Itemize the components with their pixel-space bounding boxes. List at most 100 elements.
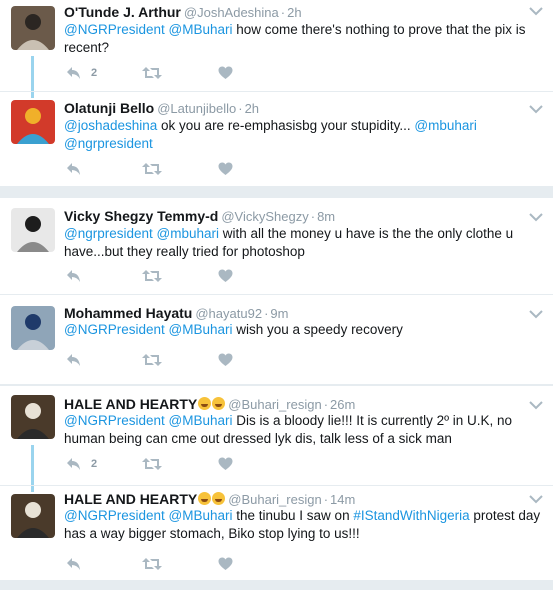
- mention-link[interactable]: @mbuhari: [414, 118, 476, 133]
- tweet-text: @NGRPresident @MBuhari Dis is a bloody l…: [64, 412, 543, 448]
- tweet-text: @NGRPresident @MBuhari how come there's …: [64, 21, 543, 57]
- retweet-button[interactable]: [142, 65, 162, 81]
- mention-link[interactable]: @ngrpresident: [64, 226, 153, 241]
- user-handle[interactable]: @Latunjibello: [157, 101, 236, 116]
- like-button[interactable]: [218, 456, 233, 472]
- heart-icon: [218, 269, 233, 282]
- reply-button[interactable]: [66, 352, 91, 368]
- tweet-header: O'Tunde J. Arthur @JoshAdeshina · 2h: [64, 4, 302, 20]
- mention-link[interactable]: @joshadeshina: [64, 118, 157, 133]
- chevron-down-icon[interactable]: [529, 309, 543, 319]
- tweet-text: @NGRPresident @MBuhari the tinubu I saw …: [64, 507, 543, 543]
- heart-icon: [218, 66, 233, 79]
- tweet[interactable]: Vicky Shegzy Temmy-d @VickyShegzy · 8m @ngr…: [0, 198, 553, 294]
- timestamp[interactable]: 8m: [317, 209, 335, 224]
- reply-button[interactable]: [66, 556, 91, 572]
- heart-icon: [218, 457, 233, 470]
- like-button[interactable]: [218, 352, 233, 368]
- retweet-icon: [142, 67, 162, 79]
- laughing-emoji-icon: [212, 397, 226, 410]
- avatar[interactable]: [11, 395, 55, 439]
- user-handle[interactable]: @hayatu92: [195, 306, 262, 321]
- timestamp[interactable]: 2h: [245, 101, 259, 116]
- display-name[interactable]: Vicky Shegzy Temmy-d: [64, 208, 218, 224]
- timestamp[interactable]: 26m: [330, 397, 355, 412]
- mention-link[interactable]: @NGRPresident: [64, 508, 165, 523]
- tweet-text: @joshadeshina ok you are re-emphasisbg y…: [64, 117, 543, 153]
- thread-connector: [31, 486, 34, 492]
- mention-link[interactable]: @MBuhari: [169, 508, 233, 523]
- reply-button[interactable]: [66, 268, 91, 284]
- reply-icon: [67, 354, 80, 366]
- mention-link[interactable]: @MBuhari: [169, 322, 233, 337]
- tweet[interactable]: Olatunji Bello @Latunjibello · 2h @joshades…: [0, 92, 553, 186]
- laughing-emoji-icon: [198, 492, 212, 505]
- reply-button[interactable]: 2: [66, 65, 97, 81]
- tweet-header: Vicky Shegzy Temmy-d @VickyShegzy · 8m: [64, 208, 336, 224]
- reply-icon: [67, 270, 80, 282]
- avatar[interactable]: [11, 306, 55, 350]
- reply-icon: [67, 67, 80, 79]
- retweet-icon: [142, 558, 162, 570]
- reply-button[interactable]: [66, 161, 91, 177]
- avatar[interactable]: [11, 494, 55, 538]
- chevron-down-icon[interactable]: [529, 494, 543, 504]
- mention-link[interactable]: @ngrpresident: [64, 136, 153, 151]
- timestamp[interactable]: 2h: [287, 5, 301, 20]
- retweet-button[interactable]: [142, 556, 162, 572]
- mention-link[interactable]: @NGRPresident: [64, 413, 165, 428]
- reply-count: 2: [91, 458, 98, 470]
- mention-link[interactable]: @mbuhari: [157, 226, 219, 241]
- display-name[interactable]: Mohammed Hayatu: [64, 305, 192, 321]
- display-name[interactable]: HALE AND HEARTY: [64, 491, 197, 507]
- display-name[interactable]: O'Tunde J. Arthur: [64, 4, 181, 20]
- chevron-down-icon[interactable]: [529, 104, 543, 114]
- tweet[interactable]: Mohammed Hayatu @hayatu92 · 9m @NGRPresiden…: [0, 295, 553, 384]
- reply-icon: [67, 558, 80, 570]
- user-handle[interactable]: @JoshAdeshina: [184, 5, 279, 20]
- like-button[interactable]: [218, 268, 233, 284]
- thread-connector: [31, 445, 34, 485]
- tweet-text: @ngrpresident @mbuhari with all the mone…: [64, 225, 543, 261]
- mention-link[interactable]: @NGRPresident: [64, 322, 165, 337]
- laughing-emoji-icon: [198, 397, 212, 410]
- like-button[interactable]: [218, 556, 233, 572]
- chevron-down-icon[interactable]: [529, 212, 543, 222]
- reply-count: 2: [91, 67, 98, 79]
- retweet-button[interactable]: [142, 456, 162, 472]
- tweet[interactable]: HALE AND HEARTY @Buhari_resign · 14m @NGRPr…: [0, 486, 553, 580]
- retweet-button[interactable]: [142, 161, 162, 177]
- heart-icon: [218, 162, 233, 175]
- mention-link[interactable]: @MBuhari: [169, 22, 233, 37]
- avatar[interactable]: [11, 100, 55, 144]
- tweet[interactable]: O'Tunde J. Arthur @JoshAdeshina · 2h @NGRPr…: [0, 0, 553, 91]
- avatar[interactable]: [11, 208, 55, 252]
- laughing-emoji-icon: [212, 492, 226, 505]
- like-button[interactable]: [218, 65, 233, 81]
- mention-link[interactable]: #IStandWithNigeria: [353, 508, 469, 523]
- reply-button[interactable]: 2: [66, 456, 97, 472]
- timestamp[interactable]: 14m: [330, 492, 355, 507]
- retweet-button[interactable]: [142, 352, 162, 368]
- timestamp[interactable]: 9m: [270, 306, 288, 321]
- avatar[interactable]: [11, 6, 55, 50]
- retweet-icon: [142, 458, 162, 470]
- thread-connector: [31, 92, 34, 98]
- user-handle[interactable]: @Buhari_resign: [228, 492, 321, 507]
- chevron-down-icon[interactable]: [529, 6, 543, 16]
- user-handle[interactable]: @VickyShegzy: [221, 209, 308, 224]
- retweet-icon: [142, 354, 162, 366]
- mention-link[interactable]: @MBuhari: [169, 413, 233, 428]
- retweet-icon: [142, 270, 162, 282]
- chevron-down-icon[interactable]: [529, 400, 543, 410]
- retweet-button[interactable]: [142, 268, 162, 284]
- retweet-icon: [142, 163, 162, 175]
- user-handle[interactable]: @Buhari_resign: [228, 397, 321, 412]
- reply-icon: [67, 458, 80, 470]
- like-button[interactable]: [218, 161, 233, 177]
- tweet-text-segment: ok you are re-emphasisbg your stupidity.…: [157, 118, 415, 133]
- tweet[interactable]: HALE AND HEARTY @Buhari_resign · 26m @NGRPr…: [0, 386, 553, 485]
- display-name[interactable]: Olatunji Bello: [64, 100, 154, 116]
- mention-link[interactable]: @NGRPresident: [64, 22, 165, 37]
- display-name[interactable]: HALE AND HEARTY: [64, 396, 197, 412]
